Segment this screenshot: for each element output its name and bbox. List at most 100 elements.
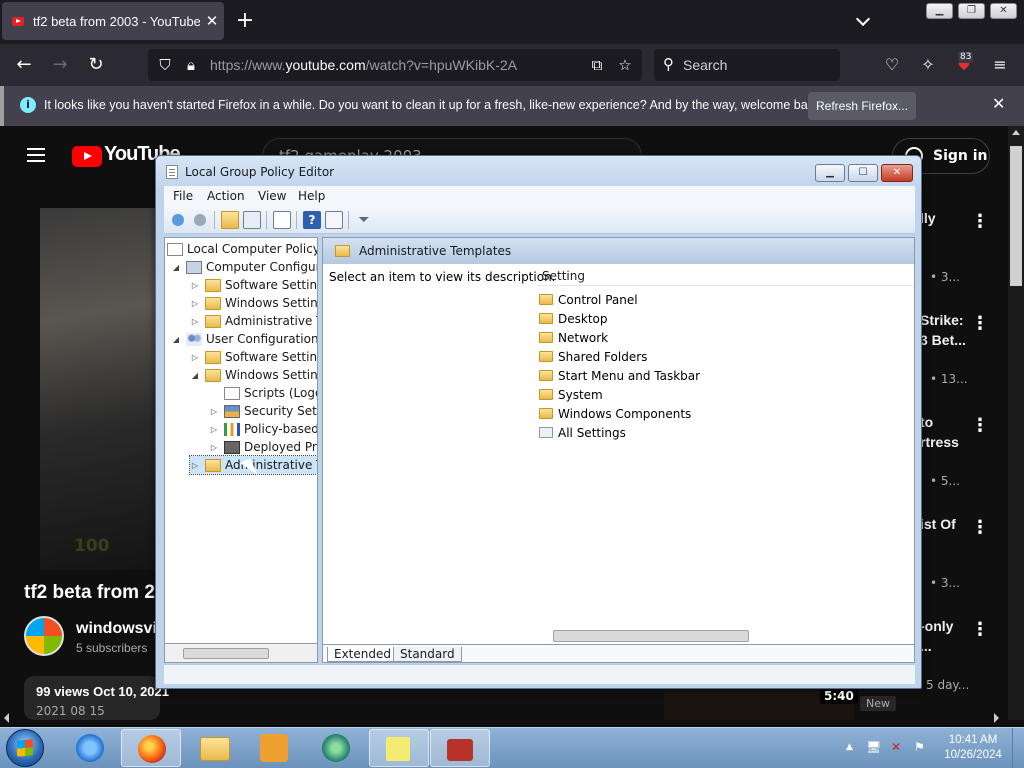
scroll-right-arrow-icon[interactable] xyxy=(994,713,999,723)
filter-icon[interactable]: ⏷ xyxy=(355,211,373,229)
forward-arrow-icon[interactable]: → xyxy=(47,53,73,77)
tree-computer-configuration[interactable]: ◢ Computer Configura xyxy=(171,258,317,276)
expand-arrow-icon[interactable]: ▷ xyxy=(209,425,219,434)
tree-cc-software-settings[interactable]: ▷Software Settings xyxy=(190,276,317,294)
properties-icon[interactable] xyxy=(325,211,343,229)
page-horizontal-scrollbar[interactable] xyxy=(0,710,1008,726)
expand-arrow-icon[interactable]: ▷ xyxy=(190,317,200,326)
action-center-flag-icon[interactable]: ⚑ xyxy=(914,740,925,754)
help-icon[interactable]: ? xyxy=(303,211,321,229)
menu-action[interactable]: Action xyxy=(207,189,245,203)
gp-maximize-button[interactable]: ☐ xyxy=(848,164,878,182)
tree-uc-security-settings[interactable]: ▷Security Settir xyxy=(209,402,317,420)
expand-arrow-icon[interactable]: ▷ xyxy=(190,461,200,470)
picture-in-picture-icon[interactable]: ⧉ xyxy=(588,56,606,74)
taskbar-sticky-notes[interactable] xyxy=(369,729,429,767)
more-options-icon[interactable] xyxy=(971,517,989,538)
list-item[interactable]: Shared Folders xyxy=(539,347,647,366)
gp-minimize-button[interactable]: ▁ xyxy=(815,164,845,182)
tracking-shield-icon[interactable]: ⛉ xyxy=(156,56,174,74)
list-horizontal-scrollbar[interactable] xyxy=(537,628,913,644)
collapse-arrow-icon[interactable]: ◢ xyxy=(190,371,200,380)
menu-hamburger-icon[interactable]: ≡ xyxy=(988,53,1012,77)
tree-uc-deployed-printers[interactable]: ▷ Deployed Prir xyxy=(209,438,317,456)
list-item[interactable]: Network xyxy=(539,328,608,347)
rec-title[interactable]: to rtress xyxy=(920,412,959,452)
scrollbar-thumb[interactable] xyxy=(1010,146,1022,286)
rec-title[interactable]: -only ... xyxy=(920,616,953,656)
tree-uc-policy-based-qos[interactable]: ▷ Policy-based xyxy=(209,420,317,438)
restore-button[interactable]: ❐ xyxy=(958,3,985,19)
start-button[interactable] xyxy=(6,729,44,767)
scroll-left-arrow-icon[interactable] xyxy=(4,713,9,723)
expand-arrow-icon[interactable]: ▷ xyxy=(190,299,200,308)
list-item[interactable]: Start Menu and Taskbar xyxy=(539,366,700,385)
tab-close-icon[interactable]: ✕ xyxy=(200,12,224,30)
policy-tree-pane[interactable]: Local Computer Policy ◢ Computer Configur… xyxy=(164,237,318,663)
list-item[interactable]: Windows Components xyxy=(539,404,691,423)
minimize-button[interactable]: ▁ xyxy=(926,3,953,19)
rec-title[interactable]: lly xyxy=(920,208,936,228)
channel-avatar[interactable] xyxy=(24,616,64,656)
list-item[interactable]: System xyxy=(539,385,603,404)
tree-uc-windows-settings[interactable]: ◢ Windows Setting xyxy=(190,366,317,384)
scrollbar-thumb[interactable] xyxy=(183,648,269,659)
tab-standard[interactable]: Standard xyxy=(393,647,462,662)
tree-root[interactable]: Local Computer Policy xyxy=(167,240,317,258)
list-item[interactable]: Desktop xyxy=(539,309,608,328)
show-hidden-icons-icon[interactable]: ▲ xyxy=(846,742,853,752)
rec-title[interactable]: ist Of xyxy=(920,514,956,534)
collapse-arrow-icon[interactable]: ◢ xyxy=(171,335,181,344)
collapse-arrow-icon[interactable]: ◢ xyxy=(171,263,181,272)
expand-arrow-icon[interactable]: ▷ xyxy=(190,353,200,362)
up-one-level-icon[interactable] xyxy=(221,211,239,229)
refresh-firefox-button[interactable]: Refresh Firefox... xyxy=(808,92,916,120)
list-item[interactable]: All Settings xyxy=(539,423,626,442)
taskbar-internet-explorer[interactable] xyxy=(60,729,120,767)
more-options-icon[interactable] xyxy=(971,415,989,436)
tree-cc-windows-settings[interactable]: ▷ Windows Setting xyxy=(190,294,317,312)
more-options-icon[interactable] xyxy=(971,313,989,334)
forward-icon[interactable] xyxy=(191,211,209,229)
list-all-tabs-chevron-icon[interactable] xyxy=(852,9,876,33)
page-vertical-scrollbar[interactable] xyxy=(1008,126,1024,720)
url-text[interactable]: https://www.youtube.com/watch?v=hpuWKibK… xyxy=(210,57,517,73)
guide-menu-icon[interactable] xyxy=(27,148,45,162)
close-window-button[interactable]: ✕ xyxy=(990,3,1017,19)
taskbar-media-player[interactable] xyxy=(244,729,304,767)
tree-user-configuration[interactable]: ◢ User Configuration xyxy=(171,330,317,348)
youtube-logo-icon[interactable] xyxy=(72,146,102,167)
show-hide-tree-icon[interactable] xyxy=(243,211,261,229)
list-item[interactable]: Control Panel xyxy=(539,290,638,309)
tab-youtube[interactable]: tf2 beta from 2003 - YouTube ✕ xyxy=(2,2,224,40)
search-bar[interactable]: ⚲ Search xyxy=(654,49,840,81)
scroll-up-arrow-icon[interactable] xyxy=(1012,130,1020,135)
url-bar[interactable]: ⛉ 🔒︎ https://www.youtube.com/watch?v=hpu… xyxy=(148,49,642,81)
menu-view[interactable]: View xyxy=(258,189,286,203)
tree-uc-scripts[interactable]: Scripts (Logo xyxy=(209,384,317,402)
more-options-icon[interactable] xyxy=(971,211,989,232)
window-title-bar[interactable]: Local Group Policy Editor ▁ ☐ ✕ xyxy=(156,156,921,186)
back-arrow-icon[interactable]: ← xyxy=(11,53,37,77)
expand-arrow-icon[interactable]: ▷ xyxy=(209,443,219,452)
export-list-icon[interactable] xyxy=(273,211,291,229)
pocket-icon[interactable]: ♡ xyxy=(880,53,904,77)
expand-arrow-icon[interactable]: ▷ xyxy=(190,281,200,290)
reload-icon[interactable]: ↻ xyxy=(83,53,109,77)
taskbar-group-policy[interactable] xyxy=(430,729,490,767)
taskbar-wlm[interactable] xyxy=(306,729,366,767)
taskbar-explorer[interactable] xyxy=(184,729,244,767)
video-player[interactable] xyxy=(40,208,156,570)
menu-file[interactable]: File xyxy=(173,189,193,203)
lock-icon[interactable]: 🔒︎ xyxy=(182,56,200,74)
volume-muted-icon[interactable]: ✕ xyxy=(891,740,901,754)
expand-arrow-icon[interactable]: ▷ xyxy=(209,407,219,416)
system-clock[interactable]: 10:41 AM 10/26/2024 xyxy=(938,733,1008,763)
tree-cc-administrative-templates[interactable]: ▷Administrative Te xyxy=(190,312,317,330)
tab-extended[interactable]: Extended xyxy=(327,647,398,662)
show-desktop-button[interactable] xyxy=(1012,728,1024,768)
taskbar-firefox[interactable] xyxy=(121,729,181,767)
gp-close-button[interactable]: ✕ xyxy=(881,164,913,182)
scrollbar-thumb[interactable] xyxy=(553,630,749,642)
back-icon[interactable] xyxy=(169,211,187,229)
